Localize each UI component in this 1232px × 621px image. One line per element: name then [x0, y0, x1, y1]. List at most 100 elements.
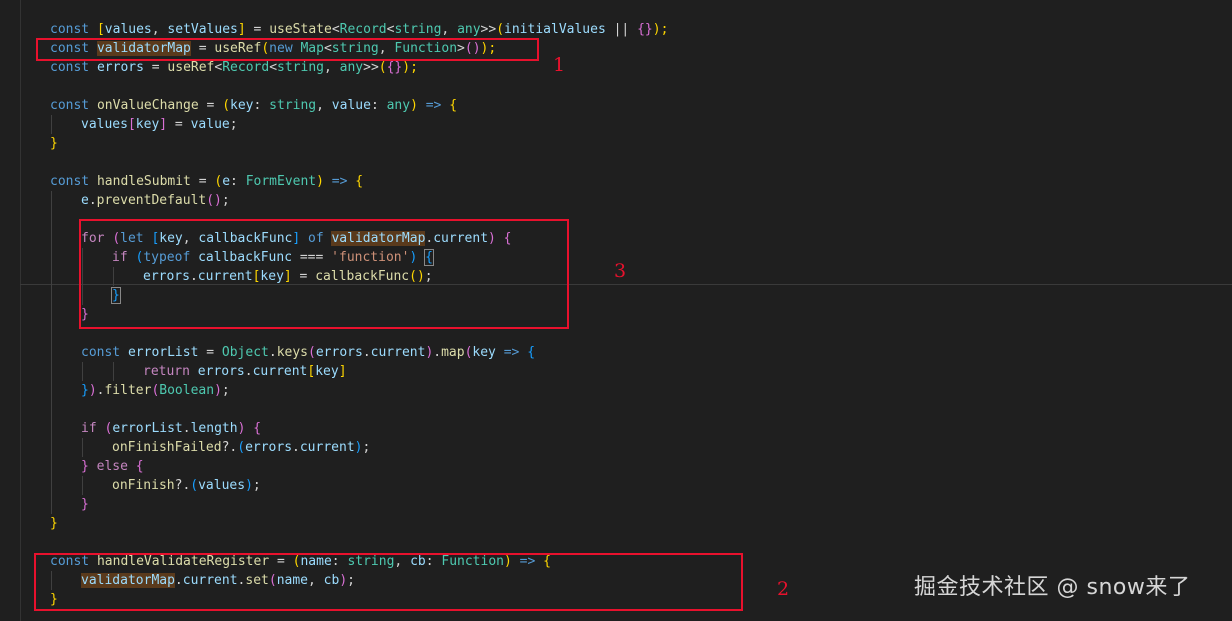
code-token: ||	[605, 22, 638, 37]
code-token: }	[81, 459, 97, 474]
code-token: =>	[417, 98, 450, 113]
code-editor[interactable]: const [values, setValues] = useState<Rec…	[0, 0, 1232, 621]
code-token: Record	[339, 22, 387, 37]
code-token: return	[143, 364, 198, 379]
code-token: if	[81, 421, 105, 436]
code-token: errors	[96, 60, 144, 75]
code-line[interactable]: if (errorList.length) {	[81, 419, 261, 438]
code-token: onValueChange	[96, 98, 199, 113]
code-token: );	[652, 22, 669, 37]
code-line[interactable]: e.preventDefault();	[81, 191, 230, 210]
code-token: )	[316, 174, 324, 189]
code-token: values	[198, 478, 246, 493]
code-token: setValues	[167, 22, 238, 37]
code-token: ?.	[174, 478, 191, 493]
indent-guide	[51, 210, 52, 229]
code-token: )	[214, 383, 222, 398]
code-token: useState	[269, 22, 332, 37]
code-line[interactable]: values[key] = value;	[81, 115, 238, 134]
code-token: onFinishFailed	[112, 440, 222, 455]
code-token: const	[81, 345, 128, 360]
code-token: values	[81, 117, 128, 132]
code-token: errors	[197, 364, 245, 379]
code-line[interactable]: return errors.current[key]	[143, 362, 347, 381]
code-token: {}	[386, 60, 403, 75]
code-line[interactable]: onFinish?.(values);	[112, 476, 261, 495]
code-token: {}	[637, 22, 653, 37]
code-line[interactable]: const errorList = Object.keys(errors.cur…	[81, 343, 535, 362]
code-token: .	[433, 345, 442, 360]
code-token: ;	[221, 383, 230, 398]
code-token: (	[496, 22, 505, 37]
indent-guide	[51, 438, 52, 457]
indent-guide	[51, 286, 52, 305]
code-token: value	[190, 117, 230, 132]
code-token: [	[96, 22, 105, 37]
code-token: ;	[229, 117, 238, 132]
code-token: {	[527, 345, 536, 360]
indent-guide	[51, 476, 52, 495]
indent-guide	[82, 362, 83, 381]
code-line[interactable]: }	[50, 514, 58, 533]
indent-guide	[51, 324, 52, 343]
code-token: =	[190, 174, 215, 189]
code-token: ]	[338, 364, 347, 379]
code-token: }	[50, 136, 58, 151]
code-token: .	[88, 193, 97, 208]
code-token: values	[104, 22, 152, 37]
code-token: ]	[237, 22, 246, 37]
code-token: handleSubmit	[96, 174, 191, 189]
code-token: >>	[363, 60, 379, 75]
code-token: :	[253, 98, 270, 113]
code-token: else	[96, 459, 136, 474]
annotation-label-2: 2	[777, 578, 790, 600]
code-token: {	[449, 98, 458, 113]
code-line[interactable]: }).filter(Boolean);	[81, 381, 230, 400]
code-line[interactable]: const onValueChange = (key: string, valu…	[50, 96, 457, 115]
code-token: ,	[441, 22, 458, 37]
annotation-box-1	[36, 38, 539, 61]
indent-guide	[51, 419, 52, 438]
code-line[interactable]: } else {	[81, 457, 144, 476]
code-token: key	[230, 98, 254, 113]
indent-guide	[51, 381, 52, 400]
code-token: map	[441, 345, 465, 360]
code-token: ;	[221, 193, 230, 208]
code-token: =>	[323, 174, 356, 189]
code-token: Object	[221, 345, 269, 360]
code-token: preventDefault	[96, 193, 207, 208]
code-token: keys	[276, 345, 309, 360]
annotation-box-2	[34, 553, 743, 611]
code-token: =	[198, 98, 223, 113]
code-line[interactable]: const handleSubmit = (e: FormEvent) => {	[50, 172, 363, 191]
code-token: <	[269, 60, 278, 75]
indent-guide	[51, 115, 52, 134]
code-token: any	[339, 60, 364, 75]
code-token: }	[81, 497, 89, 512]
code-token: =	[167, 117, 191, 132]
code-token: (	[222, 98, 231, 113]
annotation-label-1: 1	[553, 54, 566, 76]
annotation-box-3	[79, 219, 569, 329]
code-token: current	[252, 364, 308, 379]
code-token: const	[50, 98, 97, 113]
code-token: )	[88, 383, 97, 398]
code-token: ;	[362, 440, 371, 455]
code-token: .	[362, 345, 371, 360]
code-token: ()	[206, 193, 222, 208]
code-line[interactable]: onFinishFailed?.(errors.current);	[112, 438, 370, 457]
code-token: {	[245, 421, 262, 436]
code-line[interactable]: }	[81, 495, 89, 514]
code-token: Boolean	[159, 383, 215, 398]
code-token: (	[308, 345, 316, 360]
code-token: Record	[222, 60, 270, 75]
code-token: >>	[480, 22, 497, 37]
code-token: ;	[252, 478, 261, 493]
code-line[interactable]: }	[50, 134, 58, 153]
code-line[interactable]: const [values, setValues] = useState<Rec…	[50, 20, 668, 39]
indent-guide	[51, 343, 52, 362]
code-token: const	[50, 60, 97, 75]
code-token: );	[402, 60, 418, 75]
code-token: key	[135, 117, 160, 132]
code-token: string	[269, 98, 317, 113]
